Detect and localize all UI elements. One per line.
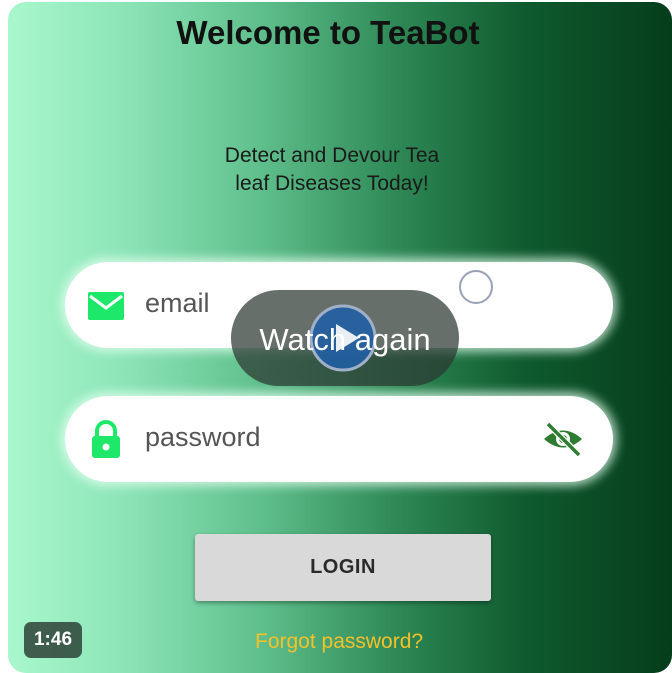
password-field[interactable] [65, 396, 613, 482]
subtitle-line-2: leaf Diseases Today! [235, 172, 429, 195]
forgot-password-link[interactable]: Forgot password? [255, 630, 423, 654]
lock-icon [92, 420, 120, 458]
subtitle-line-1: Detect and Devour Tea [224, 144, 440, 167]
mail-icon [88, 292, 124, 320]
page-subtitle: Detect and Devour Tea leaf Diseases Toda… [192, 142, 472, 198]
watch-again-button[interactable]: Watch again [231, 290, 459, 386]
watch-again-label: Watch again [259, 322, 431, 357]
touch-indicator [459, 270, 493, 304]
login-button[interactable]: LOGIN [195, 534, 491, 601]
video-duration-badge: 1:46 [24, 622, 82, 658]
page-title: Welcome to TeaBot [176, 14, 480, 51]
password-input[interactable] [145, 422, 505, 453]
eye-off-icon[interactable] [541, 420, 585, 458]
